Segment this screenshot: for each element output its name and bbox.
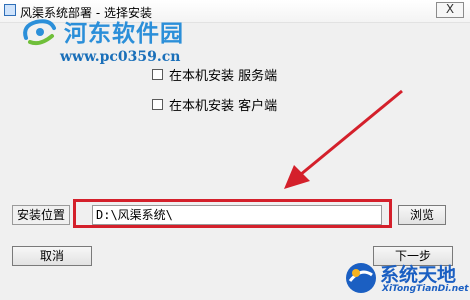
install-location-label: 安装位置 bbox=[12, 205, 70, 225]
watermark-bottom-domain: XiTongTianDi.net bbox=[382, 284, 469, 294]
browse-button[interactable]: 浏览 bbox=[398, 205, 446, 225]
watermark-bottom-name: 系统天地 bbox=[380, 264, 457, 286]
cancel-button[interactable]: 取消 bbox=[12, 246, 92, 266]
server-option-label: 在本机安装 服务端 bbox=[169, 68, 278, 84]
option-server[interactable]: 在本机安装 服务端 bbox=[152, 65, 278, 84]
client-option-label: 在本机安装 客户端 bbox=[169, 98, 278, 114]
watermark-globe-icon bbox=[346, 263, 376, 293]
watermark-bottom: 系统天地 XiTongTianDi.net bbox=[342, 258, 470, 298]
app-icon bbox=[4, 4, 16, 16]
installer-window: 风渠系统部署 - 选择安装 X 河东软件园 www.pc0359.cn 在本机安… bbox=[0, 0, 470, 300]
server-checkbox[interactable] bbox=[152, 68, 163, 80]
watermark-url: www.pc0359.cn bbox=[60, 49, 181, 65]
close-button[interactable]: X bbox=[436, 2, 464, 18]
watermark-logo-icon bbox=[23, 19, 56, 46]
annotation-arrow-icon bbox=[284, 89, 403, 189]
watermark-site-name: 河东软件园 bbox=[64, 21, 184, 47]
annotation-highlight-box bbox=[73, 199, 392, 228]
client-checkbox[interactable] bbox=[152, 98, 163, 110]
option-client[interactable]: 在本机安装 客户端 bbox=[152, 95, 278, 114]
